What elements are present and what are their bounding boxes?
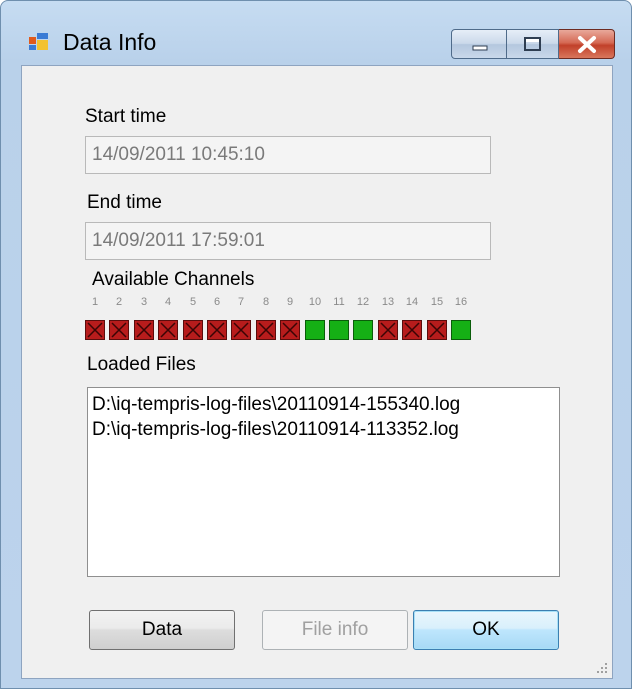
channel-number: 16 xyxy=(454,296,468,308)
channel-number: 15 xyxy=(430,296,444,308)
channel-number: 3 xyxy=(140,296,148,308)
ok-button[interactable]: OK xyxy=(413,610,559,650)
channel-3-indicator xyxy=(134,320,154,340)
channel-number: 9 xyxy=(286,296,294,308)
channel-number: 4 xyxy=(164,296,172,308)
title-bar[interactable]: Data Info xyxy=(1,1,631,65)
channel-number: 2 xyxy=(115,296,123,308)
channel-12-indicator xyxy=(353,320,373,340)
channel-13-indicator xyxy=(378,320,398,340)
maximize-icon xyxy=(524,37,541,51)
app-icon xyxy=(29,33,49,51)
minimize-icon xyxy=(472,45,488,51)
channel-number: 5 xyxy=(189,296,197,308)
window-title: Data Info xyxy=(63,29,157,55)
channel-14-indicator xyxy=(402,320,422,340)
client-area: Start time 14/09/2011 10:45:10 End time … xyxy=(21,65,613,679)
channel-number: 10 xyxy=(308,296,322,308)
resize-grip-icon[interactable] xyxy=(596,662,608,674)
data-info-window: Data Info Start time 14/09/2011 10:45:10… xyxy=(0,0,632,689)
data-button[interactable]: Data xyxy=(89,610,235,650)
start-time-field[interactable]: 14/09/2011 10:45:10 xyxy=(85,136,491,174)
file-info-button[interactable]: File info xyxy=(262,610,408,650)
channel-number: 11 xyxy=(333,296,345,308)
close-button[interactable] xyxy=(559,29,615,59)
channel-10-indicator xyxy=(305,320,325,340)
available-channels-label: Available Channels xyxy=(92,269,255,290)
maximize-button[interactable] xyxy=(507,29,559,59)
channel-5-indicator xyxy=(183,320,203,340)
channel-4-indicator xyxy=(158,320,178,340)
channel-1-indicator xyxy=(85,320,105,340)
channel-11-indicator xyxy=(329,320,349,340)
channel-15-indicator xyxy=(427,320,447,340)
channel-9-indicator xyxy=(280,320,300,340)
end-time-field[interactable]: 14/09/2011 17:59:01 xyxy=(85,222,491,260)
minimize-button[interactable] xyxy=(451,29,507,59)
end-time-label: End time xyxy=(87,192,162,213)
channel-number: 8 xyxy=(262,296,270,308)
loaded-files-label: Loaded Files xyxy=(87,354,196,375)
start-time-label: Start time xyxy=(85,106,167,127)
channel-number: 7 xyxy=(237,296,245,308)
channel-7-indicator xyxy=(231,320,251,340)
channel-number: 6 xyxy=(213,296,221,308)
channel-2-indicator xyxy=(109,320,129,340)
close-icon xyxy=(578,36,596,53)
channel-8-indicator xyxy=(256,320,276,340)
channel-6-indicator xyxy=(207,320,227,340)
channel-number: 14 xyxy=(405,296,419,308)
list-item[interactable]: D:\iq-tempris-log-files\20110914-113352.… xyxy=(92,417,559,442)
channel-number: 13 xyxy=(381,296,395,308)
channel-16-indicator xyxy=(451,320,471,340)
loaded-files-list[interactable]: D:\iq-tempris-log-files\20110914-155340.… xyxy=(87,387,560,577)
channel-number: 1 xyxy=(91,296,99,308)
channel-number: 12 xyxy=(356,296,370,308)
list-item[interactable]: D:\iq-tempris-log-files\20110914-155340.… xyxy=(92,392,559,417)
